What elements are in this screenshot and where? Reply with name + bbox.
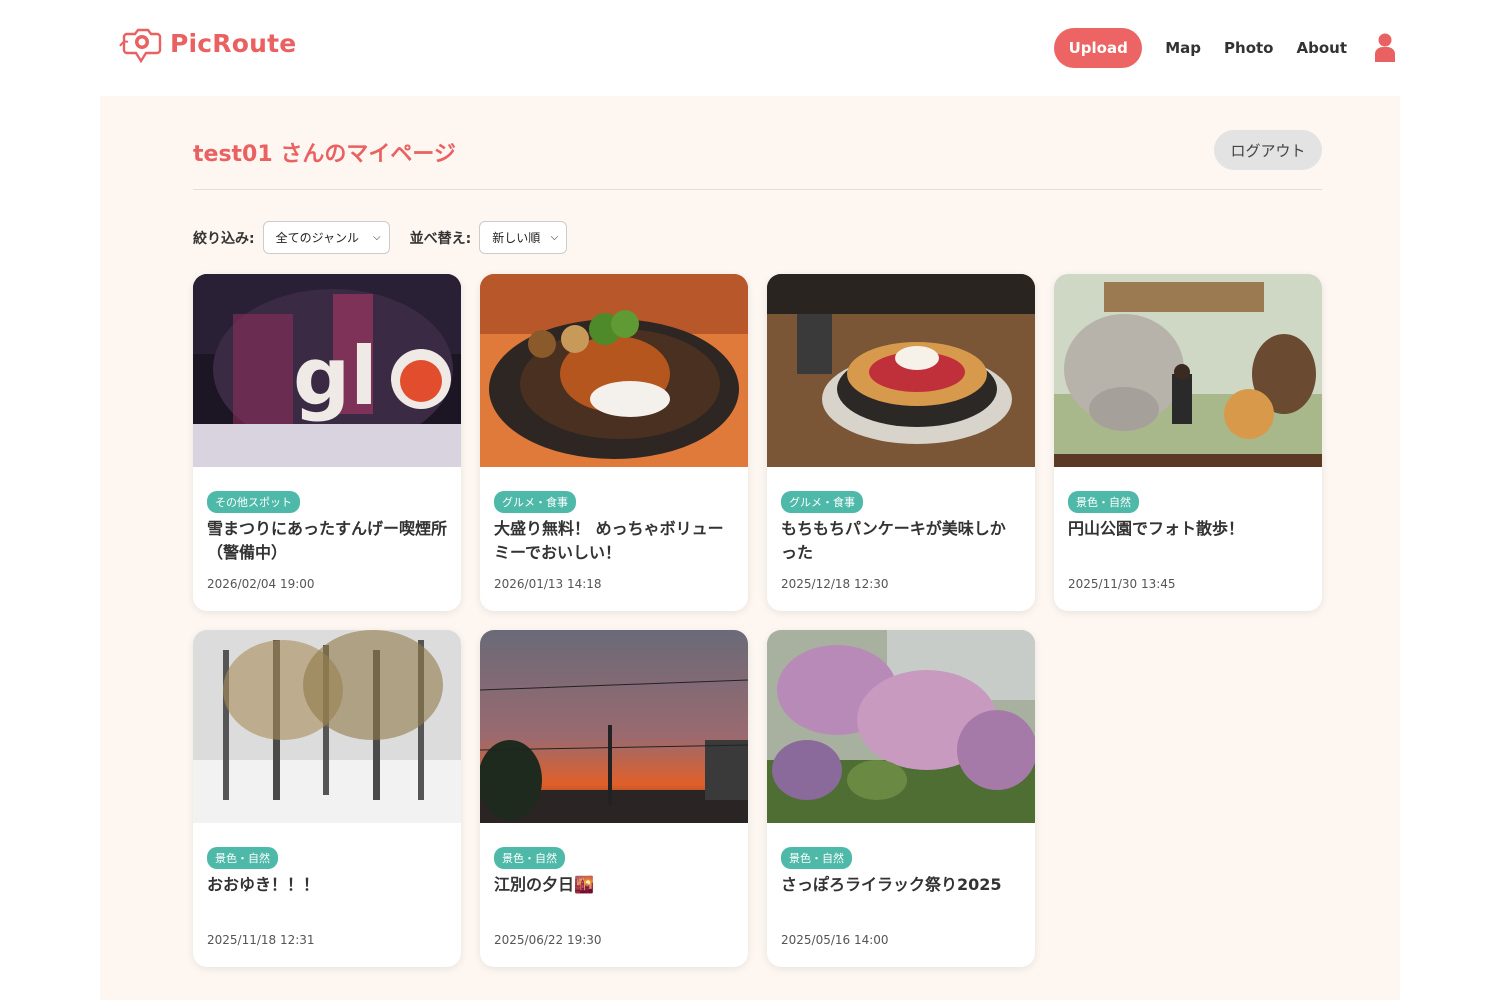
nav-link-map[interactable]: Map [1165, 39, 1201, 57]
genre-tag: その他スポット [207, 491, 300, 513]
post-title: 江別の夕日🌇 [494, 875, 594, 894]
post-photo: gl [193, 274, 461, 467]
genre-tag: グルメ・食事 [494, 491, 576, 513]
post-card[interactable]: グルメ・食事 もちもちパンケーキが美味しかった 2025/12/18 12:30 [767, 274, 1035, 611]
post-date: 2025/11/18 12:31 [207, 933, 315, 947]
svg-text:gl: gl [293, 330, 378, 423]
camera-pin-icon [119, 28, 162, 64]
post-date: 2025/11/30 13:45 [1068, 577, 1176, 591]
post-title: おおゆき！！！ [207, 875, 320, 894]
post-date: 2026/01/13 14:18 [494, 577, 602, 591]
genre-tag: 景色・自然 [207, 847, 278, 869]
post-photo [193, 630, 461, 823]
post-date: 2025/05/16 14:00 [781, 933, 889, 947]
post-card[interactable]: グルメ・食事 大盛り無料！ めっちゃボリューミーでおいしい！ 2026/01/1… [480, 274, 748, 611]
post-card[interactable]: 景色・自然 江別の夕日🌇 2025/06/22 19:30 [480, 630, 748, 967]
post-title: 大盛り無料！ めっちゃボリューミーでおいしい！ [494, 519, 724, 562]
nav-link-about[interactable]: About [1296, 39, 1347, 57]
logo[interactable]: PicRoute [118, 22, 296, 64]
post-title: さっぽろライラック祭り2025 [781, 875, 1002, 894]
logout-button[interactable]: ログアウト [1214, 130, 1322, 170]
page-title: test01 さんのマイページ [193, 142, 456, 167]
post-photo [767, 630, 1035, 823]
post-date: 2025/06/22 19:30 [494, 933, 602, 947]
nav-link-photo[interactable]: Photo [1224, 39, 1273, 57]
post-card[interactable]: gl その他スポット 雪まつりにあったすんげー喫煙所（警備中） 2026/02/… [193, 274, 461, 611]
post-title: もちもちパンケーキが美味しかった [781, 519, 1006, 562]
post-date: 2026/02/04 19:00 [207, 577, 315, 591]
upload-button[interactable]: Upload [1054, 28, 1143, 68]
main-nav: Upload Map Photo About [1054, 28, 1396, 68]
post-photo [767, 274, 1035, 467]
mypage-panel: test01 さんのマイページ ログアウト 絞り込み: 全てのジャンル ⌵ 並べ… [100, 96, 1400, 1000]
site-header: PicRoute Upload Map Photo About [0, 0, 1500, 96]
post-photo [480, 274, 748, 467]
filter-label: 絞り込み: [193, 230, 255, 247]
post-card[interactable]: 景色・自然 おおゆき！！！ 2025/11/18 12:31 [193, 630, 461, 967]
post-photo [1054, 274, 1322, 467]
genre-tag: 景色・自然 [494, 847, 565, 869]
genre-tag: 景色・自然 [1068, 491, 1139, 513]
chevron-down-icon: ⌵ [550, 232, 559, 243]
post-card[interactable]: 景色・自然 円山公園でフォト散歩！ 2025/11/30 13:45 [1054, 274, 1322, 611]
genre-select-value: 全てのジャンル [275, 231, 360, 245]
post-title: 雪まつりにあったすんげー喫煙所（警備中） [207, 519, 448, 562]
genre-select[interactable]: 全てのジャンル ⌵ [262, 221, 390, 254]
post-card[interactable]: 景色・自然 さっぽろライラック祭り2025 2025/05/16 14:00 [767, 630, 1035, 967]
post-date: 2025/12/18 12:30 [781, 577, 889, 591]
user-icon[interactable] [1374, 32, 1396, 64]
sort-label: 並べ替え: [409, 230, 472, 247]
post-title: 円山公園でフォト散歩！ [1068, 519, 1245, 538]
genre-tag: 景色・自然 [781, 847, 852, 869]
chevron-down-icon: ⌵ [373, 232, 381, 243]
sort-select-value: 新しい順 [492, 231, 541, 245]
genre-tag: グルメ・食事 [781, 491, 863, 513]
logo-text: PicRoute [170, 28, 297, 58]
sort-select[interactable]: 新しい順 ⌵ [479, 221, 568, 254]
divider [193, 189, 1322, 190]
post-photo [480, 630, 748, 823]
filter-bar: 絞り込み: 全てのジャンル ⌵ 並べ替え: 新しい順 ⌵ [193, 221, 568, 254]
